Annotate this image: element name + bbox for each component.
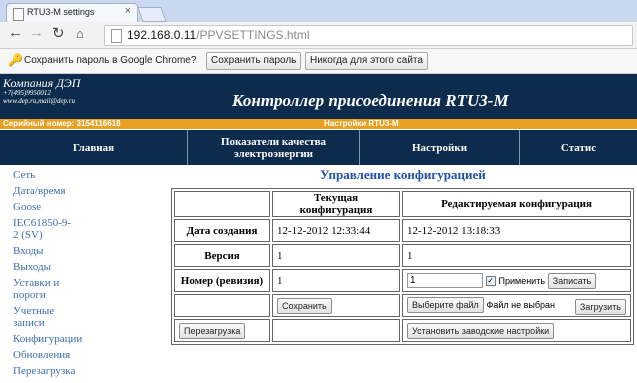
password-infobar: 🔑 Сохранить пароль в Google Chrome? Сохр… bbox=[0, 49, 637, 74]
browser-tab[interactable]: RTU3-M settings × bbox=[6, 3, 138, 23]
sidebar-item-goose[interactable]: Goose bbox=[13, 201, 75, 213]
table-cell-empty bbox=[174, 294, 270, 317]
reload-icon[interactable]: ↻ bbox=[52, 24, 65, 42]
created-current-value: 12-12-2012 12:33:44 bbox=[272, 219, 400, 242]
site-header: Компания ДЭП +7(495)9950012 www.dep.ru,m… bbox=[0, 74, 637, 119]
table-row: Номер (ревизия) 1 ✓ Применить Записать bbox=[174, 269, 631, 292]
key-icon: 🔑 bbox=[8, 53, 23, 67]
save-cell: Сохранить bbox=[272, 294, 400, 317]
sidebar: Сеть Дата/время Goose IEC61850-9-2 (SV) … bbox=[13, 169, 82, 381]
company-web: www.dep.ru,mail@dep.ru bbox=[3, 97, 76, 105]
nav-quality[interactable]: Показатели качества электроэнергии bbox=[188, 130, 360, 165]
factory-reset-button[interactable]: Установить заводские настройки bbox=[407, 322, 555, 339]
table-cell-empty bbox=[174, 191, 270, 217]
company-contacts: +7(495)9950012 www.dep.ru,mail@dep.ru bbox=[3, 89, 75, 105]
infobar-message: Сохранить пароль в Google Chrome? bbox=[24, 55, 197, 66]
table-row: Дата создания 12-12-2012 12:33:44 12-12-… bbox=[174, 219, 631, 242]
revision-current-value: 1 bbox=[272, 269, 400, 292]
revision-input[interactable] bbox=[407, 273, 483, 289]
tab-title: RTU3-M settings bbox=[27, 7, 95, 17]
created-edit-value: 12-12-2012 13:18:33 bbox=[402, 219, 631, 242]
sidebar-item-updates[interactable]: Обновления bbox=[13, 349, 75, 361]
col-edit-header: Редактируемая конфигурация bbox=[402, 191, 631, 217]
factory-cell: Установить заводские настройки bbox=[402, 319, 631, 342]
page-icon bbox=[13, 8, 24, 21]
save-button[interactable]: Сохранить bbox=[277, 297, 332, 314]
sidebar-item-network[interactable]: Сеть bbox=[13, 169, 75, 181]
upload-button[interactable]: Загрузить bbox=[574, 298, 626, 315]
browser-toolbar: ← → ↻ ⌂ 192.168.0.11/PPVSETTINGS.html bbox=[0, 22, 637, 49]
page-icon bbox=[111, 29, 122, 43]
apply-label: Применить bbox=[498, 275, 546, 286]
col-current-header: Текущая конфигурация bbox=[272, 191, 400, 217]
choose-file-button[interactable]: Выберите файл bbox=[407, 296, 484, 313]
no-file-text: Файл не выбран bbox=[486, 299, 556, 310]
row-revision-label: Номер (ревизия) bbox=[174, 269, 270, 292]
forward-icon[interactable]: → bbox=[29, 24, 44, 41]
new-tab-button[interactable] bbox=[137, 7, 167, 22]
row-version-label: Версия bbox=[174, 244, 270, 267]
sidebar-item-configurations[interactable]: Конфигурации bbox=[13, 333, 82, 345]
serial-bar: Серийный номер: 3154116618 Настройки RTU… bbox=[0, 119, 637, 129]
nav-settings[interactable]: Настройки bbox=[360, 130, 520, 165]
sidebar-item-sv[interactable]: IEC61850-9-2 (SV) bbox=[13, 217, 75, 241]
settings-caption: Настройки RTU3-M bbox=[324, 119, 399, 128]
page-title: Контроллер присоединения RTU3-M bbox=[232, 91, 509, 110]
home-icon[interactable]: ⌂ bbox=[76, 26, 84, 41]
company-phone: +7(495)9950012 bbox=[3, 89, 51, 97]
sidebar-item-outputs[interactable]: Выходы bbox=[13, 261, 75, 273]
url-text: 192.168.0.11/PPVSETTINGS.html bbox=[127, 28, 310, 42]
version-current-value: 1 bbox=[272, 244, 400, 267]
table-row: Сохранить Выберите файл Файл не выбран З… bbox=[174, 294, 631, 317]
reboot-cell: Перезагрузка bbox=[174, 319, 270, 342]
browser-tabstrip: RTU3-M settings × bbox=[0, 0, 637, 23]
sidebar-item-datetime[interactable]: Дата/время bbox=[13, 185, 75, 197]
close-icon[interactable]: × bbox=[125, 5, 131, 17]
table-row: Перезагрузка Установить заводские настро… bbox=[174, 319, 631, 342]
revision-edit-cell: ✓ Применить Записать bbox=[402, 269, 631, 292]
upload-cell: Выберите файл Файл не выбран Загрузить bbox=[402, 294, 631, 317]
version-edit-value: 1 bbox=[402, 244, 631, 267]
main-nav: Главная Показатели качества электроэнерг… bbox=[0, 130, 637, 165]
write-button[interactable]: Записать bbox=[547, 272, 597, 289]
back-icon[interactable]: ← bbox=[8, 24, 23, 41]
table-row: Текущая конфигурация Редактируемая конфи… bbox=[174, 191, 631, 217]
apply-checkbox[interactable]: ✓ bbox=[485, 275, 496, 286]
nav-home[interactable]: Главная bbox=[0, 130, 188, 165]
nav-stats[interactable]: Статис bbox=[520, 130, 637, 165]
sidebar-item-thresholds[interactable]: Уставки и пороги bbox=[13, 277, 75, 301]
table-row: Версия 1 1 bbox=[174, 244, 631, 267]
section-title: Управление конфигурацией bbox=[320, 167, 486, 182]
save-password-button[interactable]: Сохранить пароль bbox=[206, 52, 302, 70]
sidebar-item-inputs[interactable]: Входы bbox=[13, 245, 75, 257]
address-bar[interactable]: 192.168.0.11/PPVSETTINGS.html bbox=[104, 25, 633, 46]
reboot-button[interactable]: Перезагрузка bbox=[179, 322, 246, 339]
never-save-button[interactable]: Никогда для этого сайта bbox=[305, 52, 428, 70]
table-cell-empty bbox=[272, 319, 400, 342]
serial-number: Серийный номер: 3154116618 bbox=[3, 119, 121, 128]
sidebar-item-accounts[interactable]: Учетные записи bbox=[13, 305, 75, 329]
sidebar-item-reboot[interactable]: Перезагрузка bbox=[13, 365, 75, 377]
config-table: Текущая конфигурация Редактируемая конфи… bbox=[171, 188, 634, 345]
row-created-label: Дата создания bbox=[174, 219, 270, 242]
